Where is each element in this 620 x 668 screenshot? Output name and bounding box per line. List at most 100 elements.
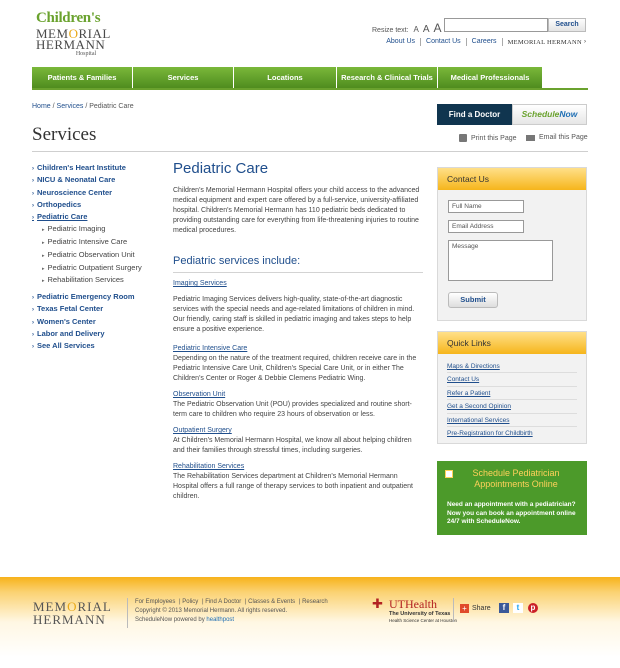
sidebar-sub-pediatric-intensive-care[interactable]: ▸ Pediatric Intensive Care <box>32 236 162 249</box>
quick-links-box: Quick Links Maps & Directions Contact Us… <box>437 331 587 444</box>
breadcrumb-home[interactable]: Home <box>32 103 51 110</box>
careers-link[interactable]: Careers <box>467 38 503 46</box>
chevron-right-icon: › <box>32 202 34 209</box>
email-page-link[interactable]: Email this Page <box>526 134 588 141</box>
find-a-doctor-button[interactable]: Find a Doctor <box>437 104 512 125</box>
nav-services[interactable]: Services <box>133 67 234 89</box>
footer-link-employees[interactable]: For Employees <box>135 599 175 605</box>
service-intensive-care-link[interactable]: Pediatric Intensive Care <box>173 344 423 354</box>
childrens-memorial-hermann-logo[interactable]: Children's MEMORIAL HERMANN Hospital <box>36 10 136 58</box>
contact-us-heading: Contact Us <box>438 168 586 190</box>
email-field[interactable]: Email Address <box>448 220 524 233</box>
sidebar-item-see-all-services[interactable]: › See All Services <box>32 340 162 352</box>
service-observation-link[interactable]: Observation Unit <box>173 390 423 400</box>
resize-large[interactable]: A <box>433 21 441 35</box>
divider <box>32 151 588 152</box>
quick-links-heading: Quick Links <box>438 332 586 354</box>
nav-locations[interactable]: Locations <box>234 67 337 89</box>
printer-icon <box>459 134 467 142</box>
full-name-field[interactable]: Full Name <box>448 200 524 213</box>
sidebar-sub-pediatric-imaging[interactable]: ▸ Pediatric Imaging <box>32 223 162 236</box>
message-field[interactable]: Message <box>448 240 553 281</box>
page-title: Services <box>32 124 97 145</box>
main-content: Pediatric Care Children's Memorial Herma… <box>173 160 423 500</box>
service-outpatient-surgery-text: At Children's Memorial Hermann Hospital,… <box>173 437 412 454</box>
service-outpatient-surgery: Outpatient Surgery At Children's Memoria… <box>173 426 423 456</box>
quick-link-pre-registration[interactable]: Pre-Registration for Childbirth <box>447 430 533 437</box>
print-page-link[interactable]: Print this Page <box>459 134 517 142</box>
pinterest-icon[interactable]: p <box>528 603 538 613</box>
service-observation-text: The Pediatric Observation Unit (POU) pro… <box>173 401 412 418</box>
services-heading: Pediatric services include: <box>173 255 301 267</box>
quick-link-international[interactable]: International Services <box>447 417 510 424</box>
resize-text: Resize text: A A A <box>372 21 441 35</box>
quick-link-contact[interactable]: Contact Us <box>447 376 479 383</box>
search-input[interactable] <box>444 18 548 32</box>
memorial-hermann-link[interactable]: MEMORIAL HERMANN <box>503 39 582 46</box>
sidebar-item-nicu[interactable]: › NICU & Neonatal Care <box>32 174 162 186</box>
breadcrumb-current: Pediatric Care <box>89 103 134 110</box>
breadcrumb-services[interactable]: Services <box>57 103 84 110</box>
chevron-right-icon: › <box>32 215 34 222</box>
memorial-hermann-footer-logo[interactable]: MEMORIAL HERMANN <box>33 600 112 626</box>
resize-small[interactable]: A <box>414 25 419 34</box>
nav-patients-families[interactable]: Patients & Families <box>32 67 133 89</box>
logo-line2: MEMORIAL HERMANN <box>36 26 111 52</box>
divider <box>447 399 577 400</box>
service-rehabilitation-text: The Rehabilitation Services department a… <box>173 473 413 500</box>
service-intensive-care: Pediatric Intensive Care Depending on th… <box>173 344 423 384</box>
footer-link-research[interactable]: Research <box>302 599 328 605</box>
utility-nav: About Us Contact Us Careers MEMORIAL HER… <box>381 38 586 46</box>
intro-paragraph: Children's Memorial Hermann Hospital off… <box>173 187 420 234</box>
divider <box>173 272 423 273</box>
sidebar-item-orthopedics[interactable]: › Orthopedics <box>32 199 162 211</box>
triangle-right-icon: ▸ <box>42 240 45 247</box>
sidebar-item-texas-fetal[interactable]: › Texas Fetal Center <box>32 303 162 315</box>
share-button[interactable]: + Share <box>460 604 491 613</box>
triangle-right-icon: ▸ <box>42 278 45 285</box>
sidebar-sub-rehabilitation[interactable]: ▸ Rehabilitation Services <box>32 274 162 287</box>
about-us-link[interactable]: About Us <box>381 38 422 46</box>
quick-link-refer[interactable]: Refer a Patient <box>447 390 490 397</box>
chevron-right-icon: › <box>32 166 34 172</box>
resize-medium[interactable]: A <box>423 24 430 35</box>
sidebar-item-neuroscience[interactable]: › Neuroscience Center <box>32 187 162 199</box>
footer-link-classes-events[interactable]: Classes & Events <box>248 599 295 605</box>
twitter-icon[interactable]: t <box>513 603 523 613</box>
quick-link-second-opinion[interactable]: Get a Second Opinion <box>447 403 511 410</box>
content-heading: Pediatric Care <box>173 160 269 177</box>
sidebar-sub-outpatient-surgery[interactable]: ▸ Pediatric Outpatient Surgery <box>32 262 162 275</box>
share-plus-icon: + <box>460 604 469 613</box>
footer-link-policy[interactable]: Policy <box>182 599 198 605</box>
schedule-now-button[interactable]: ScheduleNow <box>512 104 587 125</box>
contact-us-link[interactable]: Contact Us <box>421 38 467 46</box>
search-button[interactable]: Search <box>548 18 586 32</box>
sidebar-item-pediatric-er[interactable]: › Pediatric Emergency Room <box>32 291 162 303</box>
sidebar-item-womens-center[interactable]: › Women's Center <box>32 316 162 328</box>
schedule-box-title: Schedule Pediatrician Appointments Onlin… <box>472 468 560 489</box>
uthealth-mark-icon: ✚ <box>372 596 383 611</box>
nav-medical-professionals[interactable]: Medical Professionals <box>438 67 542 89</box>
footer-link-find-doctor[interactable]: Find A Doctor <box>205 599 241 605</box>
schedule-pediatrician-box[interactable]: Schedule Pediatrician Appointments Onlin… <box>437 461 587 535</box>
sidebar-item-pediatric-care[interactable]: › Pediatric Care <box>32 211 162 223</box>
services-sidebar: › Children's Heart Institute › NICU & Neon… <box>32 162 162 352</box>
quick-link-maps[interactable]: Maps & Directions <box>447 363 500 370</box>
sidebar-item-childrens-heart[interactable]: › Children's Heart Institute <box>32 162 162 174</box>
service-rehabilitation: Rehabilitation Services The Rehabilitati… <box>173 462 423 502</box>
service-imaging-link[interactable]: Imaging Services <box>173 279 423 289</box>
sidebar-item-labor-delivery[interactable]: › Labor and Delivery <box>32 328 162 340</box>
schedule-box-text: Need an appointment with a pediatrician?… <box>447 501 576 525</box>
nav-research-clinical-trials[interactable]: Research & Clinical Trials <box>337 67 438 89</box>
healthpost-logo[interactable]: healthpost <box>206 617 234 623</box>
service-rehabilitation-link[interactable]: Rehabilitation Services <box>173 462 423 472</box>
footer: MEMORIAL HERMANN For Employees | Policy |… <box>0 577 620 668</box>
service-outpatient-surgery-link[interactable]: Outpatient Surgery <box>173 426 423 436</box>
divider <box>447 426 577 427</box>
sidebar-sub-observation-unit[interactable]: ▸ Pediatric Observation Unit <box>32 249 162 262</box>
service-intensive-care-text: Depending on the nature of the treatment… <box>173 355 417 382</box>
service-imaging: Imaging Services Pediatric Imaging Servi… <box>173 279 423 335</box>
submit-button[interactable]: Submit <box>448 292 498 308</box>
service-observation: Observation Unit The Pediatric Observati… <box>173 390 423 420</box>
facebook-icon[interactable]: f <box>499 603 509 613</box>
